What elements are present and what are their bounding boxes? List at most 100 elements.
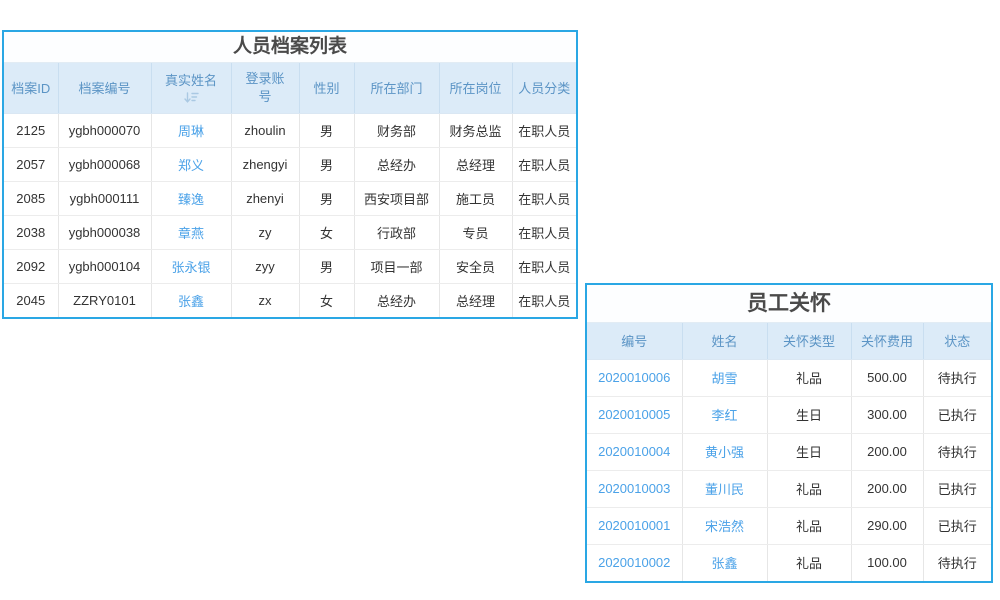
- table-row: 2020010003 董川民 礼品 200.00 已执行: [587, 470, 991, 507]
- care-name-link[interactable]: 董川民: [705, 482, 744, 497]
- cell-post: 财务总监: [439, 113, 512, 147]
- care-no-link[interactable]: 2020010005: [598, 407, 670, 422]
- col-header-care-status: 状态: [923, 323, 991, 359]
- personnel-archive-table: 档案ID 档案编号 真实姓名: [4, 63, 576, 317]
- real-name-link[interactable]: 张永银: [171, 260, 210, 275]
- care-name-link[interactable]: 黄小强: [705, 445, 744, 460]
- real-name-link[interactable]: 周琳: [178, 124, 204, 139]
- col-header-archive-id: 档案ID: [4, 63, 58, 113]
- care-name-link[interactable]: 李红: [711, 408, 737, 423]
- cell-archive-code: ygbh000070: [58, 113, 151, 147]
- cell-care-no: 2020010005: [587, 396, 682, 433]
- real-name-link[interactable]: 郑义: [178, 158, 204, 173]
- cell-department: 项目一部: [354, 249, 439, 283]
- cell-real-name: 郑义: [151, 147, 231, 181]
- cell-care-no: 2020010006: [587, 359, 682, 396]
- cell-department: 总经办: [354, 283, 439, 317]
- cell-archive-code: ZZRY0101: [58, 283, 151, 317]
- care-no-link[interactable]: 2020010002: [598, 555, 670, 570]
- cell-care-name: 张鑫: [682, 544, 767, 581]
- personnel-archive-panel: 人员档案列表 档案ID 档案编号 真实姓名: [2, 30, 578, 319]
- col-header-care-fee: 关怀费用: [851, 323, 923, 359]
- cell-care-no: 2020010004: [587, 433, 682, 470]
- cell-care-fee: 500.00: [851, 359, 923, 396]
- table-row: 2020010002 张鑫 礼品 100.00 待执行: [587, 544, 991, 581]
- cell-gender: 男: [299, 147, 354, 181]
- real-name-link[interactable]: 章燕: [178, 226, 204, 241]
- cell-care-name: 宋浩然: [682, 507, 767, 544]
- care-no-link[interactable]: 2020010003: [598, 481, 670, 496]
- cell-care-type: 生日: [767, 396, 851, 433]
- table-row: 2020010001 宋浩然 礼品 290.00 已执行: [587, 507, 991, 544]
- personnel-header-row: 档案ID 档案编号 真实姓名: [4, 63, 576, 113]
- cell-care-type: 生日: [767, 433, 851, 470]
- cell-post: 专员: [439, 215, 512, 249]
- cell-post: 总经理: [439, 147, 512, 181]
- col-header-care-name: 姓名: [682, 323, 767, 359]
- cell-category: 在职人员: [512, 215, 576, 249]
- cell-gender: 女: [299, 215, 354, 249]
- col-header-care-type: 关怀类型: [767, 323, 851, 359]
- care-name-link[interactable]: 胡雪: [711, 371, 737, 386]
- table-row: 2038 ygbh000038 章燕 zy 女 行政部 专员 在职人员: [4, 215, 576, 249]
- cell-archive-id: 2057: [4, 147, 58, 181]
- cell-care-no: 2020010002: [587, 544, 682, 581]
- care-name-link[interactable]: 张鑫: [711, 556, 737, 571]
- cell-care-status: 已执行: [923, 507, 991, 544]
- sort-amount-icon[interactable]: [154, 92, 229, 103]
- care-no-link[interactable]: 2020010006: [598, 370, 670, 385]
- cell-care-fee: 100.00: [851, 544, 923, 581]
- table-row: 2020010005 李红 生日 300.00 已执行: [587, 396, 991, 433]
- real-name-link[interactable]: 臻逸: [178, 192, 204, 207]
- cell-care-fee: 290.00: [851, 507, 923, 544]
- cell-archive-code: ygbh000068: [58, 147, 151, 181]
- cell-post: 安全员: [439, 249, 512, 283]
- col-header-archive-code: 档案编号: [58, 63, 151, 113]
- cell-gender: 男: [299, 249, 354, 283]
- cell-care-fee: 300.00: [851, 396, 923, 433]
- table-row: 2092 ygbh000104 张永银 zyy 男 项目一部 安全员 在职人员: [4, 249, 576, 283]
- cell-care-status: 待执行: [923, 433, 991, 470]
- cell-department: 财务部: [354, 113, 439, 147]
- col-header-post: 所在岗位: [439, 63, 512, 113]
- care-no-link[interactable]: 2020010004: [598, 444, 670, 459]
- cell-gender: 男: [299, 181, 354, 215]
- real-name-link[interactable]: 张鑫: [178, 294, 204, 309]
- cell-gender: 男: [299, 113, 354, 147]
- cell-real-name: 周琳: [151, 113, 231, 147]
- care-header-row: 编号 姓名 关怀类型 关怀费用 状态: [587, 323, 991, 359]
- cell-archive-id: 2045: [4, 283, 58, 317]
- cell-care-status: 已执行: [923, 470, 991, 507]
- col-header-real-name-label: 真实姓名: [154, 73, 229, 90]
- cell-department: 西安项目部: [354, 181, 439, 215]
- cell-care-no: 2020010003: [587, 470, 682, 507]
- cell-care-name: 董川民: [682, 470, 767, 507]
- table-row: 2020010006 胡雪 礼品 500.00 待执行: [587, 359, 991, 396]
- cell-archive-code: ygbh000104: [58, 249, 151, 283]
- cell-real-name: 章燕: [151, 215, 231, 249]
- cell-login-account: zx: [231, 283, 299, 317]
- col-header-real-name[interactable]: 真实姓名: [151, 63, 231, 113]
- cell-login-account: zhoulin: [231, 113, 299, 147]
- cell-care-status: 已执行: [923, 396, 991, 433]
- care-name-link[interactable]: 宋浩然: [705, 519, 744, 534]
- cell-care-type: 礼品: [767, 470, 851, 507]
- col-header-category: 人员分类: [512, 63, 576, 113]
- col-header-login-account: 登录账号: [231, 63, 299, 113]
- cell-care-status: 待执行: [923, 359, 991, 396]
- cell-care-type: 礼品: [767, 359, 851, 396]
- cell-care-name: 黄小强: [682, 433, 767, 470]
- cell-department: 总经办: [354, 147, 439, 181]
- cell-post: 总经理: [439, 283, 512, 317]
- care-no-link[interactable]: 2020010001: [598, 518, 670, 533]
- cell-login-account: zhenyi: [231, 181, 299, 215]
- col-header-department: 所在部门: [354, 63, 439, 113]
- cell-department: 行政部: [354, 215, 439, 249]
- cell-archive-code: ygbh000111: [58, 181, 151, 215]
- employee-care-panel: 员工关怀 编号 姓名 关怀类型 关怀费用 状态 2020010006 胡雪 礼品…: [585, 283, 993, 583]
- cell-archive-code: ygbh000038: [58, 215, 151, 249]
- cell-category: 在职人员: [512, 113, 576, 147]
- cell-care-name: 胡雪: [682, 359, 767, 396]
- cell-real-name: 张永银: [151, 249, 231, 283]
- table-row: 2085 ygbh000111 臻逸 zhenyi 男 西安项目部 施工员 在职…: [4, 181, 576, 215]
